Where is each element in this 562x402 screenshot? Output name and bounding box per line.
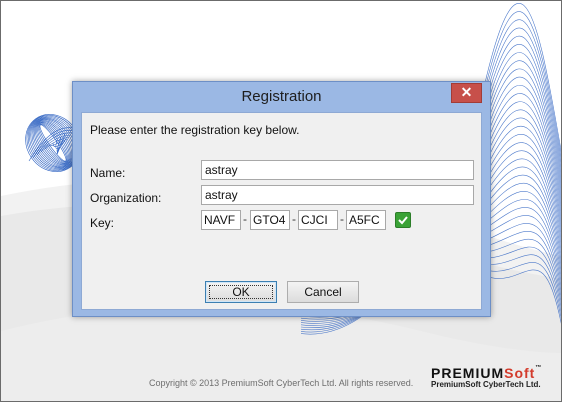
premiumsoft-logo: PREMIUMSoft™ PremiumSoft CyberTech Ltd.: [431, 365, 542, 389]
key-field-3[interactable]: CJCI: [298, 210, 338, 230]
key-separator: -: [243, 212, 247, 226]
key-field-4[interactable]: A5FC: [346, 210, 386, 230]
organization-label: Organization:: [90, 191, 162, 205]
cancel-button[interactable]: Cancel: [287, 281, 359, 303]
close-button[interactable]: ✕: [451, 83, 482, 103]
brand-name: PREMIUMSoft™: [431, 365, 543, 381]
ok-button[interactable]: OK: [205, 281, 277, 303]
organization-field[interactable]: astray: [201, 185, 474, 205]
brand-subtitle: PremiumSoft CyberTech Ltd.: [431, 380, 541, 389]
key-separator: -: [292, 212, 296, 226]
name-label: Name:: [90, 166, 126, 180]
title-bar[interactable]: Registration ✕: [73, 82, 490, 112]
registration-dialog: Registration ✕ Please enter the registra…: [72, 81, 491, 317]
valid-check-icon: [395, 212, 411, 228]
instruction-text: Please enter the registration key below.: [90, 123, 300, 137]
dialog-title: Registration: [241, 88, 322, 105]
key-field-1[interactable]: NAVF: [201, 210, 241, 230]
dialog-body: Please enter the registration key below.…: [81, 112, 482, 310]
key-field-2[interactable]: GTO4: [250, 210, 290, 230]
key-label: Key:: [90, 216, 115, 230]
name-field[interactable]: astray: [201, 160, 474, 180]
copyright-text: Copyright © 2013 PremiumSoft CyberTech L…: [149, 378, 414, 388]
key-separator: -: [340, 212, 344, 226]
